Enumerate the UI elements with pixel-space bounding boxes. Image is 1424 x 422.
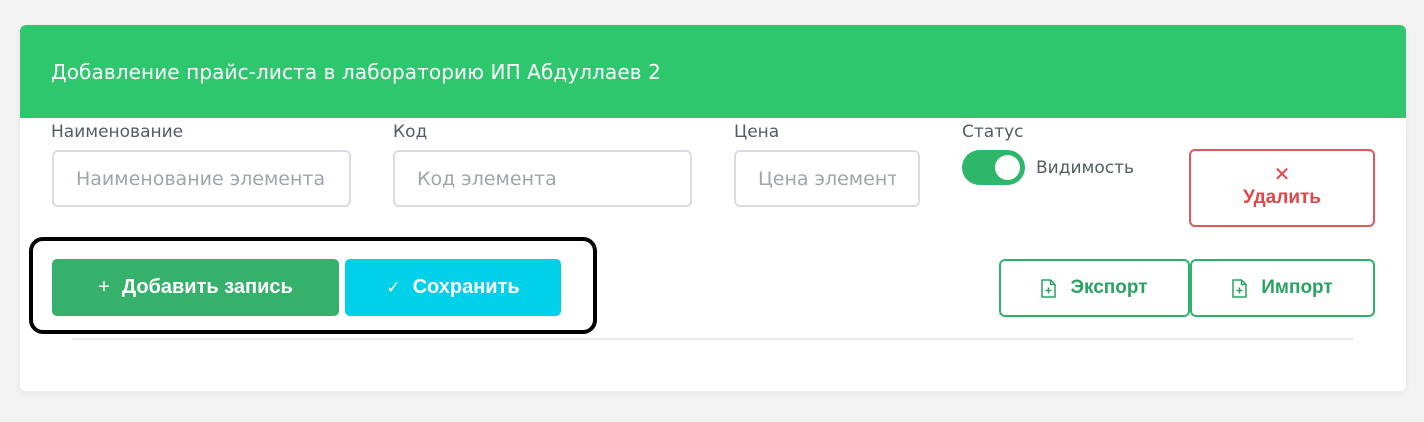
save-button[interactable]: ✓ Сохранить xyxy=(345,259,561,316)
plus-icon: + xyxy=(98,276,110,298)
import-label: Импорт xyxy=(1261,277,1333,298)
price-list-card: Добавление прайс-листа в лабораторию ИП … xyxy=(20,25,1406,391)
file-plus-icon xyxy=(1232,278,1248,298)
export-button[interactable]: Экспорт xyxy=(999,259,1190,317)
toggle-knob xyxy=(995,155,1020,180)
delete-button-label: Удалить xyxy=(1243,187,1321,208)
import-button[interactable]: Импорт xyxy=(1190,259,1375,317)
add-record-label: Добавить запись xyxy=(121,276,293,298)
card-header: Добавление прайс-листа в лабораторию ИП … xyxy=(20,25,1406,118)
code-input[interactable] xyxy=(393,150,692,207)
name-label: Наименование xyxy=(51,122,184,142)
save-label: Сохранить xyxy=(412,276,520,298)
file-plus-icon xyxy=(1041,278,1057,298)
visibility-toggle[interactable] xyxy=(962,150,1025,185)
visibility-label: Видимость xyxy=(1036,158,1135,178)
divider xyxy=(72,338,1353,340)
name-input[interactable] xyxy=(52,150,351,207)
check-icon: ✓ xyxy=(386,277,401,297)
page-title: Добавление прайс-листа в лабораторию ИП … xyxy=(51,60,661,84)
delete-button[interactable]: ✕ Удалить xyxy=(1189,149,1375,227)
close-icon: ✕ xyxy=(1273,164,1291,186)
add-record-button[interactable]: + Добавить запись xyxy=(52,259,339,316)
status-label: Статус xyxy=(962,122,1024,142)
export-label: Экспорт xyxy=(1070,277,1148,298)
price-input[interactable] xyxy=(734,150,920,207)
code-label: Код xyxy=(393,122,428,142)
price-label: Цена xyxy=(734,122,780,142)
